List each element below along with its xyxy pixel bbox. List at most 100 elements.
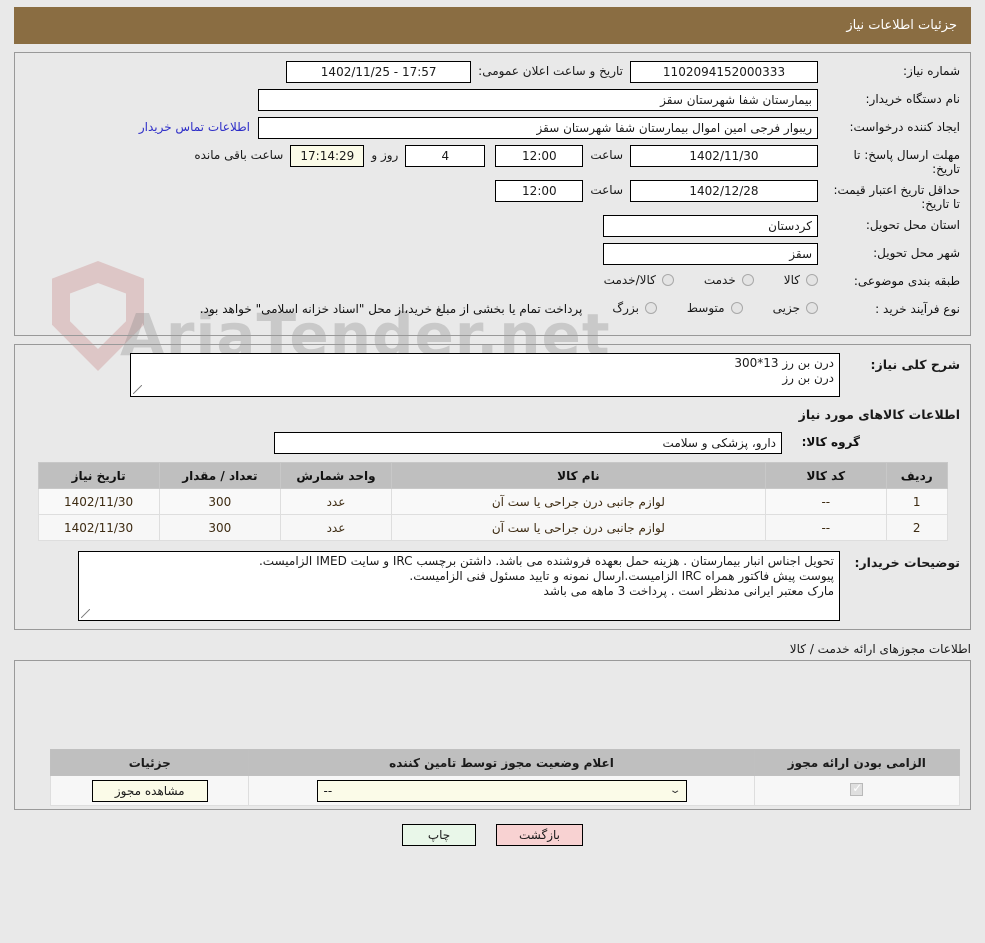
validity-date: 1402/12/28 bbox=[630, 180, 818, 202]
buyer-notes-label: توضیحات خریدار: bbox=[854, 555, 960, 570]
deadline-date: 1402/11/30 bbox=[630, 145, 818, 167]
goods-section-title: اطلاعات کالاهای مورد نیاز bbox=[798, 407, 960, 422]
table-row: 2 -- لوازم جانبی درن جراحی یا ست آن عدد … bbox=[37, 514, 948, 541]
footer-button-bar: بازگشت چاپ bbox=[14, 824, 971, 846]
buyer-org-value: بیمارستان شفا شهرستان سقز bbox=[258, 89, 818, 111]
row-buyer-notes: توضیحات خریدار: تحویل اجناس انبار بیمارس… bbox=[25, 551, 960, 621]
buyer-contact-link[interactable]: اطلاعات تماس خریدار bbox=[139, 117, 258, 134]
category-option-goods-label: کالا bbox=[783, 273, 800, 287]
cell-date: 1402/11/30 bbox=[37, 514, 160, 541]
cell-row: 2 bbox=[885, 514, 948, 541]
need-info-panel: شماره نیاز: 1102094152000333 تاریخ و ساع… bbox=[14, 52, 971, 336]
licenses-section-title: اطلاعات مجوزهای ارائه خدمت / کالا bbox=[789, 642, 971, 656]
description-textarea[interactable]: درن بن رز 13*300 درن بن رز bbox=[130, 353, 840, 397]
col-name: نام کالا bbox=[391, 462, 766, 489]
chevron-down-icon: ⌄ bbox=[669, 785, 682, 796]
licenses-header-row: الزامی بودن ارائه مجوز اعلام وضعیت مجوز … bbox=[49, 749, 961, 776]
cell-code: -- bbox=[764, 514, 887, 541]
page-title: جزئیات اطلاعات نیاز bbox=[846, 18, 957, 33]
radio-icon[interactable] bbox=[741, 274, 754, 286]
back-button[interactable]: بازگشت bbox=[496, 824, 583, 846]
deadline-label: مهلت ارسال پاسخ: تا تاریخ: bbox=[853, 148, 960, 176]
category-option-service[interactable]: خدمت bbox=[704, 273, 754, 287]
announce-value: 17:57 - 1402/11/25 bbox=[286, 61, 472, 83]
cell-date: 1402/11/30 bbox=[37, 488, 160, 515]
licenses-panel: الزامی بودن ارائه مجوز اعلام وضعیت مجوز … bbox=[14, 660, 971, 810]
col-code: کد کالا bbox=[764, 462, 887, 489]
radio-icon[interactable] bbox=[806, 274, 818, 286]
validity-time: 12:00 bbox=[495, 180, 584, 202]
view-license-button[interactable]: مشاهده مجوز bbox=[91, 779, 208, 802]
category-option-both-label: کالا/خدمت bbox=[603, 273, 656, 287]
requester-value: ریبوار فرجی امین اموال بیمارستان شفا شهر… bbox=[258, 117, 818, 139]
cell-name: لوازم جانبی درن جراحی یا ست آن bbox=[391, 514, 766, 541]
city-value: سقز bbox=[603, 243, 818, 265]
city-label: شهر محل تحویل: bbox=[873, 246, 960, 260]
requester-label: ایجاد کننده درخواست: bbox=[849, 120, 960, 134]
remaining-days-value: 4 bbox=[405, 145, 486, 167]
radio-icon[interactable] bbox=[644, 302, 657, 314]
buyer-notes-textarea[interactable]: تحویل اجناس انبار بیمارستان . هزینه حمل … bbox=[78, 551, 840, 621]
cell-license-required bbox=[753, 775, 961, 806]
process-option-medium-label: متوسط bbox=[686, 301, 725, 315]
process-option-minor-label: جزیی bbox=[772, 301, 800, 315]
category-option-goods[interactable]: کالا bbox=[784, 273, 818, 287]
col-license-required: الزامی بودن ارائه مجوز bbox=[753, 749, 961, 776]
table-row: 1 -- لوازم جانبی درن جراحی یا ست آن عدد … bbox=[37, 488, 948, 515]
row-requester: ایجاد کننده درخواست: ریبوار فرجی امین ام… bbox=[25, 117, 960, 141]
countdown-label: ساعت باقی مانده bbox=[194, 148, 284, 162]
remaining-days-label: روز و bbox=[371, 148, 399, 162]
process-label: نوع فرآیند خرید : bbox=[875, 302, 960, 316]
col-license-status: اعلام وضعیت مجوز توسط تامین کننده bbox=[248, 749, 755, 776]
category-option-service-label: خدمت bbox=[703, 273, 736, 287]
province-label: استان محل تحویل: bbox=[865, 218, 960, 232]
cell-qty: 300 bbox=[158, 488, 281, 515]
row-need-number: شماره نیاز: 1102094152000333 تاریخ و ساع… bbox=[25, 61, 960, 85]
col-qty: تعداد / مقدار bbox=[158, 462, 281, 489]
row-category: طبقه بندی موضوعی: کالا خدمت کالا/خدمت bbox=[25, 271, 960, 295]
process-option-large[interactable]: بزرگ bbox=[612, 301, 657, 315]
col-row: ردیف bbox=[885, 462, 948, 489]
cell-license-status: ⌄ -- bbox=[248, 775, 755, 806]
table-row: ⌄ -- مشاهده مجوز bbox=[49, 775, 961, 806]
row-buyer-org: نام دستگاه خریدار: بیمارستان شفا شهرستان… bbox=[25, 89, 960, 113]
goods-group-value: دارو، پزشکی و سلامت bbox=[274, 432, 782, 454]
process-option-minor[interactable]: جزیی bbox=[773, 301, 818, 315]
page-title-bar: جزئیات اطلاعات نیاز bbox=[14, 7, 971, 44]
licenses-table: الزامی بودن ارائه مجوز اعلام وضعیت مجوز … bbox=[49, 749, 961, 806]
cell-name: لوازم جانبی درن جراحی یا ست آن bbox=[391, 488, 766, 515]
process-option-medium[interactable]: متوسط bbox=[687, 301, 743, 315]
cell-unit: عدد bbox=[279, 514, 393, 541]
description-label: شرح کلی نیاز: bbox=[870, 357, 960, 372]
validity-hour-label: ساعت bbox=[590, 183, 623, 197]
row-description: شرح کلی نیاز: درن بن رز 13*300 درن بن رز bbox=[25, 353, 960, 397]
category-option-both[interactable]: کالا/خدمت bbox=[604, 273, 674, 287]
province-value: کردستان bbox=[603, 215, 818, 237]
category-label: طبقه بندی موضوعی: bbox=[853, 274, 960, 288]
deadline-hour-label: ساعت bbox=[590, 148, 623, 162]
checkbox-checked-icon bbox=[850, 781, 864, 796]
radio-icon[interactable] bbox=[806, 302, 818, 314]
print-button[interactable]: چاپ bbox=[402, 824, 476, 846]
category-radio-group: کالا خدمت کالا/خدمت bbox=[574, 271, 818, 287]
row-province: استان محل تحویل: کردستان bbox=[25, 215, 960, 239]
cell-qty: 300 bbox=[158, 514, 281, 541]
radio-icon[interactable] bbox=[661, 274, 674, 286]
process-radio-group: جزیی متوسط بزرگ bbox=[582, 299, 818, 315]
radio-icon[interactable] bbox=[730, 302, 743, 314]
validity-label: حداقل تاریخ اعتبار قیمت: تا تاریخ: bbox=[833, 183, 960, 211]
goods-panel: شرح کلی نیاز: درن بن رز 13*300 درن بن رز… bbox=[14, 344, 971, 630]
cell-unit: عدد bbox=[279, 488, 393, 515]
countdown-timer: 17:14:29 bbox=[290, 145, 365, 167]
row-validity: حداقل تاریخ اعتبار قیمت: تا تاریخ: 1402/… bbox=[25, 180, 960, 211]
deadline-time: 12:00 bbox=[495, 145, 584, 167]
license-status-select[interactable]: ⌄ -- bbox=[316, 779, 687, 802]
process-option-large-label: بزرگ bbox=[612, 301, 639, 315]
col-unit: واحد شمارش bbox=[279, 462, 393, 489]
buyer-org-label: نام دستگاه خریدار: bbox=[865, 92, 961, 106]
license-status-value: -- bbox=[323, 783, 333, 798]
cell-license-detail: مشاهده مجوز bbox=[49, 775, 250, 806]
row-process: نوع فرآیند خرید : جزیی متوسط بزرگ پرداخت… bbox=[25, 299, 960, 323]
goods-table: ردیف کد کالا نام کالا واحد شمارش تعداد /… bbox=[37, 462, 948, 541]
announce-label: تاریخ و ساعت اعلان عمومی: bbox=[478, 64, 623, 78]
